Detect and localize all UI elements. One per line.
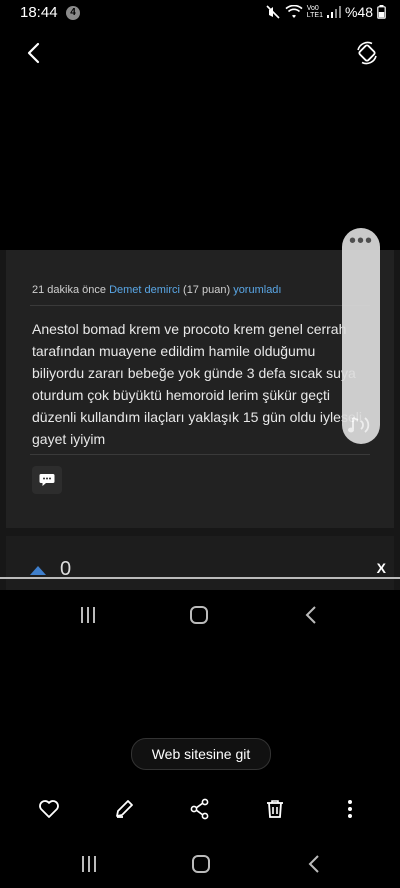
heart-icon xyxy=(39,800,59,818)
mute-icon xyxy=(266,5,280,19)
toolbar xyxy=(0,792,400,828)
volte-indicator: Vo0 LTE1 xyxy=(306,5,323,19)
close-ad-button[interactable]: X xyxy=(377,560,386,576)
comment-text: Anestol bomad krem ve procoto krem genel… xyxy=(32,321,362,447)
nav-back-button[interactable] xyxy=(306,855,322,878)
edit-button[interactable] xyxy=(110,795,138,823)
battery-percent: %48 xyxy=(344,4,373,20)
recents-button[interactable] xyxy=(80,855,98,878)
back-nav-icon xyxy=(305,606,316,624)
back-nav-icon xyxy=(308,855,319,873)
share-icon xyxy=(190,798,209,820)
upvote-icon[interactable] xyxy=(30,566,46,575)
delete-button[interactable] xyxy=(261,795,289,823)
share-button[interactable] xyxy=(186,795,214,823)
rotate-button[interactable] xyxy=(354,40,380,66)
pencil-icon xyxy=(116,800,133,818)
web-site-button[interactable]: Web sitesine git xyxy=(131,738,271,770)
screenshot-content: 21 dakika önce Demet demirci (17 puan) y… xyxy=(0,250,400,590)
trash-icon xyxy=(267,800,283,818)
wifi-icon xyxy=(285,5,303,18)
status-icons: Vo0 LTE1 %48 xyxy=(265,4,386,20)
system-nav-bar xyxy=(0,846,400,886)
divider xyxy=(30,305,370,306)
reply-button[interactable] xyxy=(32,466,62,494)
chat-bubble-icon xyxy=(39,474,55,486)
recents-icon xyxy=(82,856,96,872)
ad-divider xyxy=(0,577,400,579)
home-button[interactable] xyxy=(191,854,211,879)
rotate-icon xyxy=(357,41,377,65)
home-icon xyxy=(192,855,210,873)
divider xyxy=(30,454,370,455)
music-icon[interactable] xyxy=(347,414,375,436)
like-button[interactable] xyxy=(35,795,63,823)
floating-panel[interactable]: ••• xyxy=(342,228,380,444)
back-button[interactable] xyxy=(22,40,48,66)
home-icon xyxy=(190,606,208,624)
signal-icon xyxy=(326,6,341,18)
more-icon[interactable]: ••• xyxy=(342,231,380,251)
back-icon xyxy=(27,42,40,64)
more-vert-icon xyxy=(348,800,352,818)
status-time: 18:44 xyxy=(20,4,58,21)
action-link[interactable]: yorumladı xyxy=(233,284,281,296)
notification-badge: 4 xyxy=(66,6,80,20)
battery-icon xyxy=(377,5,386,19)
more-button[interactable] xyxy=(336,795,364,823)
recents-icon xyxy=(81,607,95,623)
author-link[interactable]: Demet demirci xyxy=(109,284,180,296)
inner-nav-bar xyxy=(0,590,400,640)
comment-meta: 21 dakika önce Demet demirci (17 puan) y… xyxy=(32,284,282,296)
